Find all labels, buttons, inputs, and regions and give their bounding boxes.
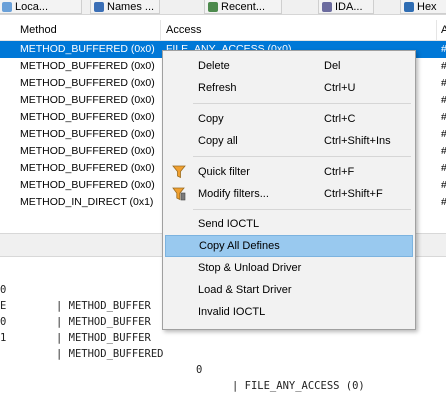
column-divider[interactable] bbox=[436, 20, 437, 40]
menu-item-quick-filter[interactable]: Quick filter Ctrl+F bbox=[165, 161, 413, 183]
menu-item-refresh[interactable]: Refresh Ctrl+U bbox=[165, 77, 413, 99]
funnel-edit-icon bbox=[172, 187, 186, 201]
menu-item-shortcut: Ctrl+Shift+F bbox=[324, 188, 383, 200]
extra-cell: # bbox=[441, 194, 446, 211]
menu-item-label: Quick filter bbox=[198, 166, 250, 178]
column-header: Method Access A bbox=[0, 20, 446, 41]
menu-item-shortcut: Ctrl+F bbox=[324, 166, 355, 178]
recent-icon bbox=[208, 1, 218, 12]
menu-item-copy[interactable]: Copy Ctrl+C bbox=[165, 108, 413, 130]
menu-item-copy-all[interactable]: Copy all Ctrl+Shift+Ins bbox=[165, 130, 413, 152]
code-col-c: 0 bbox=[196, 364, 203, 376]
menu-item-shortcut: Ctrl+Shift+Ins bbox=[324, 135, 391, 147]
tab-label: Loca... bbox=[15, 0, 49, 13]
method-cell: METHOD_BUFFERED (0x0) bbox=[20, 77, 155, 89]
menu-item-delete[interactable]: Delete Del bbox=[165, 55, 413, 77]
tab-recent[interactable]: Recent... bbox=[204, 0, 282, 14]
locals-icon bbox=[2, 1, 12, 12]
menu-item-label: Copy bbox=[198, 113, 224, 125]
menu-item-label: Copy All Defines bbox=[199, 240, 280, 252]
column-third[interactable]: A bbox=[441, 20, 446, 40]
column-access[interactable]: Access bbox=[166, 20, 201, 40]
menu-item-stop-unload-driver[interactable]: Stop & Unload Driver bbox=[165, 257, 413, 279]
tab-names[interactable]: Names ... bbox=[90, 0, 160, 14]
code-col-d: | FILE_ANY_ACCESS (0) bbox=[232, 380, 365, 392]
method-cell: METHOD_BUFFERED (0x0) bbox=[20, 179, 155, 191]
menu-item-invalid-ioctl[interactable]: Invalid IOCTL bbox=[165, 301, 413, 323]
menu-separator bbox=[193, 156, 411, 157]
ida-icon bbox=[322, 1, 332, 12]
menu-item-load-start-driver[interactable]: Load & Start Driver bbox=[165, 279, 413, 301]
code-col-b: | METHOD_BUFFERED bbox=[56, 348, 164, 360]
tab-label: IDA... bbox=[335, 0, 363, 13]
extra-cell: # bbox=[441, 160, 446, 177]
column-divider[interactable] bbox=[160, 20, 161, 40]
tab-label: Recent... bbox=[221, 0, 266, 13]
menu-item-label: Copy all bbox=[198, 135, 238, 147]
extra-cell: # bbox=[441, 92, 446, 109]
menu-item-label: Invalid IOCTL bbox=[198, 306, 266, 318]
extra-cell: # bbox=[441, 143, 446, 160]
menu-item-copy-all-defines[interactable]: Copy All Defines bbox=[165, 235, 413, 257]
context-menu: Delete Del Refresh Ctrl+U Copy Ctrl+C Co… bbox=[162, 50, 416, 330]
menu-item-send-ioctl[interactable]: Send IOCTL bbox=[165, 213, 413, 235]
menu-separator bbox=[193, 103, 411, 104]
tab-locals[interactable]: Loca... bbox=[0, 0, 82, 14]
menu-item-label: Stop & Unload Driver bbox=[198, 262, 302, 274]
tab-hex[interactable]: Hex bbox=[400, 0, 446, 14]
extra-cell: # bbox=[441, 177, 446, 194]
method-cell: METHOD_BUFFERED (0x0) bbox=[20, 128, 155, 140]
column-method[interactable]: Method bbox=[20, 20, 57, 40]
method-cell: METHOD_BUFFERED (0x0) bbox=[20, 43, 155, 55]
tab-strip: Loca... Names ... Recent... IDA... Hex bbox=[0, 0, 446, 15]
method-cell: METHOD_BUFFERED (0x0) bbox=[20, 94, 155, 106]
extra-cell: # bbox=[441, 126, 446, 143]
menu-item-shortcut: Ctrl+U bbox=[324, 82, 356, 94]
method-cell: METHOD_IN_DIRECT (0x1) bbox=[20, 196, 154, 208]
menu-item-shortcut: Del bbox=[324, 60, 341, 72]
tab-label: Names ... bbox=[107, 0, 155, 13]
menu-item-label: Send IOCTL bbox=[198, 218, 260, 230]
menu-item-label: Modify filters... bbox=[198, 188, 269, 200]
menu-item-label: Delete bbox=[198, 60, 230, 72]
funnel-icon bbox=[172, 165, 186, 179]
menu-item-label: Load & Start Driver bbox=[198, 284, 292, 296]
code-col-a: 1 bbox=[0, 332, 7, 344]
hex-icon bbox=[404, 1, 414, 12]
extra-cell: # bbox=[441, 58, 446, 75]
menu-item-label: Refresh bbox=[198, 82, 237, 94]
method-cell: METHOD_BUFFERED (0x0) bbox=[20, 145, 155, 157]
extra-cell: # bbox=[441, 41, 446, 58]
method-cell: METHOD_BUFFERED (0x0) bbox=[20, 162, 155, 174]
menu-separator bbox=[193, 209, 411, 210]
menu-item-shortcut: Ctrl+C bbox=[324, 113, 356, 125]
extra-cell: # bbox=[441, 109, 446, 126]
code-col-b: | METHOD_BUFFER bbox=[56, 332, 151, 344]
tab-label: Hex bbox=[417, 0, 437, 13]
names-icon bbox=[94, 1, 104, 12]
menu-item-modify-filters[interactable]: Modify filters... Ctrl+Shift+F bbox=[165, 183, 413, 205]
tab-ida[interactable]: IDA... bbox=[318, 0, 374, 14]
method-cell: METHOD_BUFFERED (0x0) bbox=[20, 111, 155, 123]
method-cell: METHOD_BUFFERED (0x0) bbox=[20, 60, 155, 72]
extra-cell: # bbox=[441, 75, 446, 92]
